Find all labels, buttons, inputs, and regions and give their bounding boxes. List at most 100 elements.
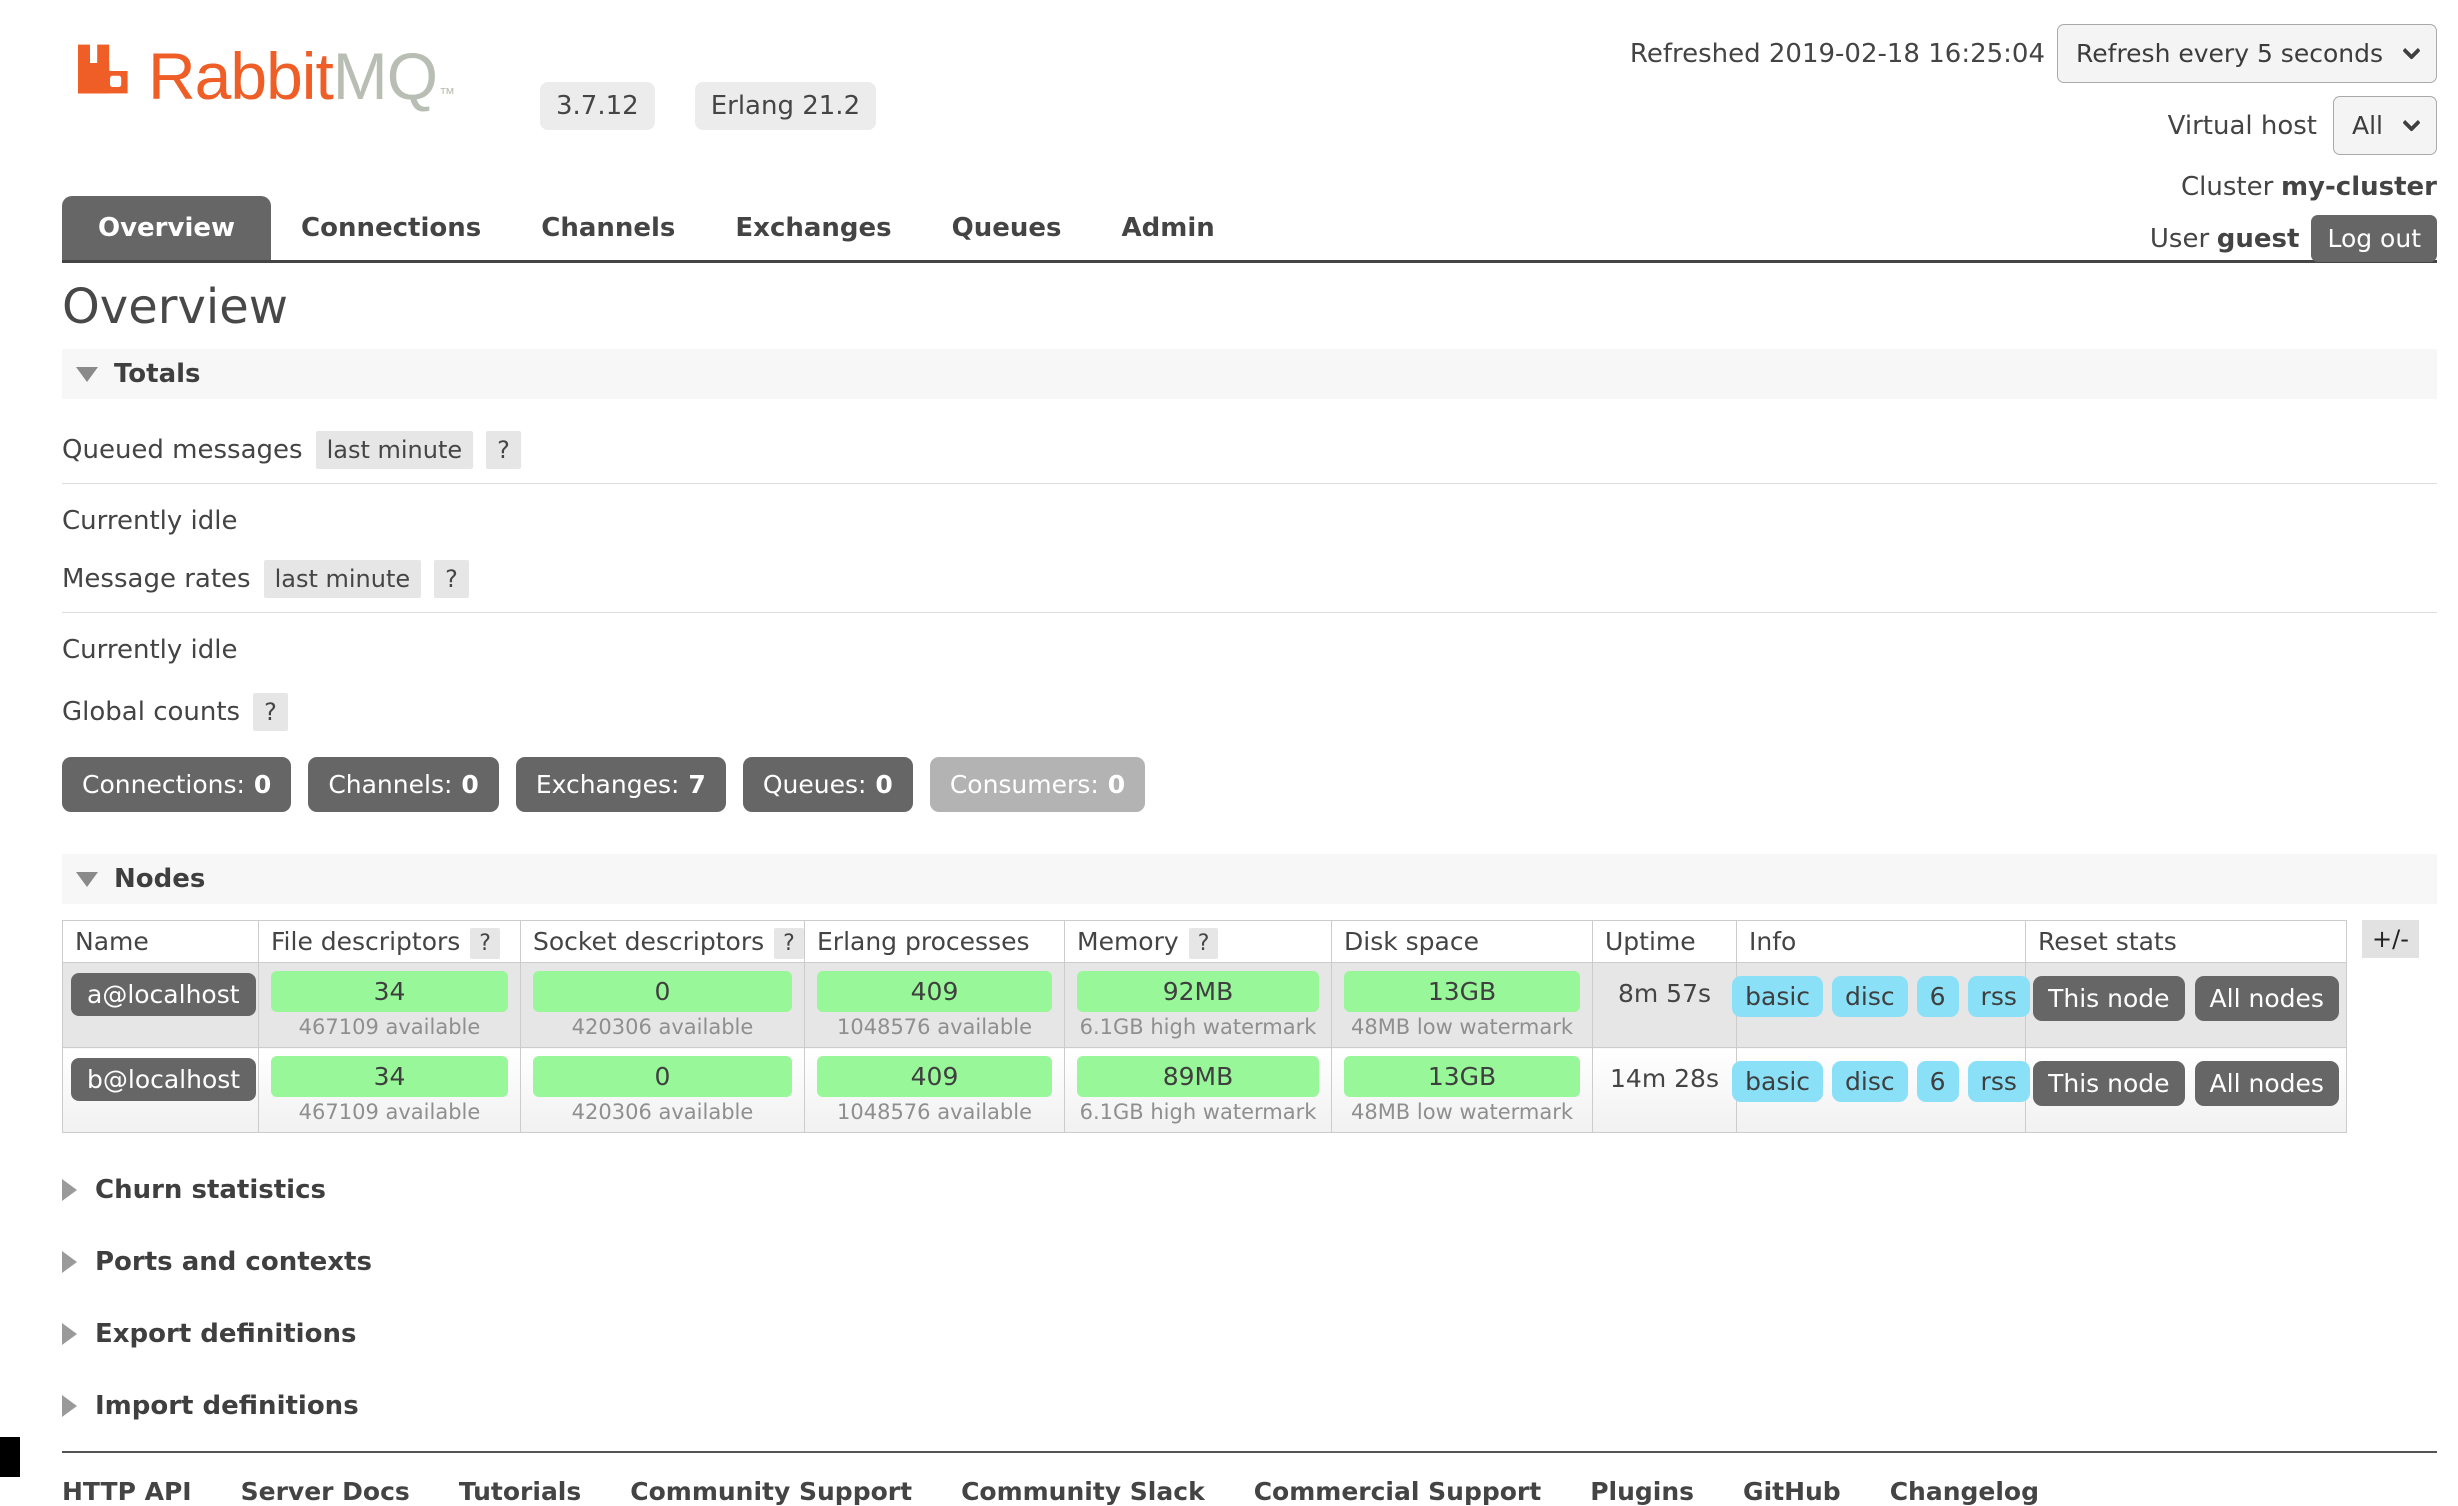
info-cell: basic disc 6 rss [1737, 1048, 2026, 1133]
info-badge-rss: rss [1968, 976, 2030, 1017]
count-value: 0 [1108, 770, 1125, 799]
time-window-badge[interactable]: last minute [264, 560, 422, 598]
tab-exchanges[interactable]: Exchanges [705, 196, 921, 260]
message-rates-row: Message rates last minute ? [62, 560, 2437, 613]
help-badge[interactable]: ? [774, 928, 804, 959]
column-label: File descriptors [271, 927, 460, 956]
page-title: Overview [62, 279, 2437, 335]
rabbitmq-logo[interactable]: RabbitMQ™ [62, 26, 454, 108]
column-label: Erlang processes [817, 927, 1029, 956]
uptime-cell: 14m 28s [1593, 1048, 1737, 1133]
metric-sub: 420306 available [529, 1100, 796, 1126]
count-badge-connections: Connections:0 [62, 757, 291, 812]
header: RabbitMQ™ 3.7.12 Erlang 21.2 Refreshed 2… [62, 0, 2437, 263]
section-export-definitions[interactable]: Export definitions [62, 1319, 2437, 1349]
metric-block: 0 [533, 971, 792, 1012]
column-label: Info [1749, 927, 1796, 956]
node-row: b@localhost 34467109 available 0420306 a… [63, 1048, 2347, 1133]
erlang-version-badge: Erlang 21.2 [695, 82, 876, 130]
count-value: 0 [461, 770, 478, 799]
help-badge[interactable]: ? [1189, 928, 1219, 959]
column-header-file-descriptors: File descriptors? [259, 921, 521, 963]
totals-section-header[interactable]: Totals [62, 349, 2437, 399]
column-header-socket-descriptors: Socket descriptors? [521, 921, 805, 963]
triangle-right-icon [62, 1251, 77, 1273]
refresh-interval-select[interactable]: Refresh every 5 seconds [2057, 24, 2437, 83]
queued-messages-row: Queued messages last minute ? [62, 431, 2437, 484]
column-label: Name [75, 927, 149, 956]
triangle-down-icon [76, 367, 98, 382]
cluster-label: Cluster [2181, 172, 2273, 202]
node-name-badge: a@localhost [71, 973, 256, 1016]
tab-overview[interactable]: Overview [62, 196, 271, 260]
reset-stats-cell: This node All nodes [2026, 963, 2347, 1048]
nav-tabs: Overview Connections Channels Exchanges … [62, 196, 1245, 260]
metric-block: 0 [533, 1056, 792, 1097]
count-label: Channels: [328, 770, 452, 799]
column-label: Socket descriptors [533, 927, 764, 956]
global-count-badges: Connections:0 Channels: 0 Exchanges: 7 Que… [62, 757, 2437, 812]
section-import-definitions[interactable]: Import definitions [62, 1391, 2437, 1421]
metric-sub: 48MB low watermark [1340, 1015, 1584, 1041]
tab-connections[interactable]: Connections [271, 196, 511, 260]
metric-sub: 420306 available [529, 1015, 796, 1041]
nodes-title: Nodes [114, 864, 205, 894]
info-badge-basic: basic [1732, 976, 1823, 1017]
count-label: Exchanges: [536, 770, 680, 799]
node-row: a@localhost 34467109 available 0420306 a… [63, 963, 2347, 1048]
chevron-down-icon [2402, 113, 2420, 131]
metric-sub: 6.1GB high watermark [1073, 1100, 1323, 1126]
column-header-uptime: Uptime [1593, 921, 1737, 963]
brand-text: RabbitMQ™ [148, 45, 454, 108]
column-header-name: Name [63, 921, 259, 963]
column-label: Memory [1077, 927, 1179, 956]
section-label: Ports and contexts [95, 1247, 372, 1277]
footer: HTTP API Server Docs Tutorials Community… [62, 1451, 2437, 1506]
metric-sub: 467109 available [267, 1015, 512, 1041]
section-ports-and-contexts[interactable]: Ports and contexts [62, 1247, 2437, 1277]
virtual-host-select[interactable]: All [2333, 96, 2437, 155]
help-badge[interactable]: ? [434, 560, 469, 598]
metric-sub: 467109 available [267, 1100, 512, 1126]
section-label: Import definitions [95, 1391, 359, 1421]
table-header-row: Name File descriptors? Socket descriptor… [63, 921, 2347, 963]
count-badge-exchanges: Exchanges: 7 [516, 757, 726, 812]
disk-space-cell: 13GB 48MB low watermark [1332, 963, 1593, 1048]
count-label: Queues: [763, 770, 867, 799]
logout-button[interactable]: Log out [2311, 215, 2437, 262]
tab-admin[interactable]: Admin [1092, 196, 1245, 260]
metric-sub: 6.1GB high watermark [1073, 1015, 1323, 1041]
info-badge-disc: disc [1832, 1061, 1908, 1102]
rates-idle-status: Currently idle [62, 635, 2437, 665]
info-badge-disc: disc [1832, 976, 1908, 1017]
nodes-table: Name File descriptors? Socket descriptor… [62, 920, 2347, 1133]
tab-channels[interactable]: Channels [511, 196, 705, 260]
help-badge[interactable]: ? [486, 431, 521, 469]
time-window-badge[interactable]: last minute [316, 431, 474, 469]
brand-trademark: ™ [439, 86, 454, 103]
metric-block: 13GB [1344, 971, 1580, 1012]
reset-all-nodes-button[interactable]: All nodes [2195, 976, 2339, 1021]
user-name: guest [2217, 224, 2300, 254]
global-counts-row: Global counts ? [62, 693, 2437, 731]
section-churn-statistics[interactable]: Churn statistics [62, 1175, 2437, 1205]
column-header-info: Info [1737, 921, 2026, 963]
help-badge[interactable]: ? [470, 928, 500, 959]
triangle-right-icon [62, 1395, 77, 1417]
version-badges: 3.7.12 Erlang 21.2 [540, 82, 876, 130]
help-badge[interactable]: ? [253, 693, 288, 731]
nodes-section-header[interactable]: Nodes [62, 854, 2437, 904]
reset-all-nodes-button[interactable]: All nodes [2195, 1061, 2339, 1106]
socket-descriptors-cell: 0 420306 available [521, 1048, 805, 1133]
triangle-right-icon [62, 1179, 77, 1201]
reset-this-node-button[interactable]: This node [2033, 1061, 2184, 1106]
section-label: Churn statistics [95, 1175, 326, 1205]
user-label: User [2150, 224, 2209, 254]
reset-this-node-button[interactable]: This node [2033, 976, 2184, 1021]
erlang-processes-cell: 4091048576 available [805, 963, 1065, 1048]
count-value: 7 [688, 770, 705, 799]
metric-block: 92MB [1077, 971, 1319, 1012]
tab-queues[interactable]: Queues [922, 196, 1092, 260]
global-counts-label: Global counts [62, 697, 240, 727]
columns-toggle-badge[interactable]: +/- [2362, 920, 2419, 958]
